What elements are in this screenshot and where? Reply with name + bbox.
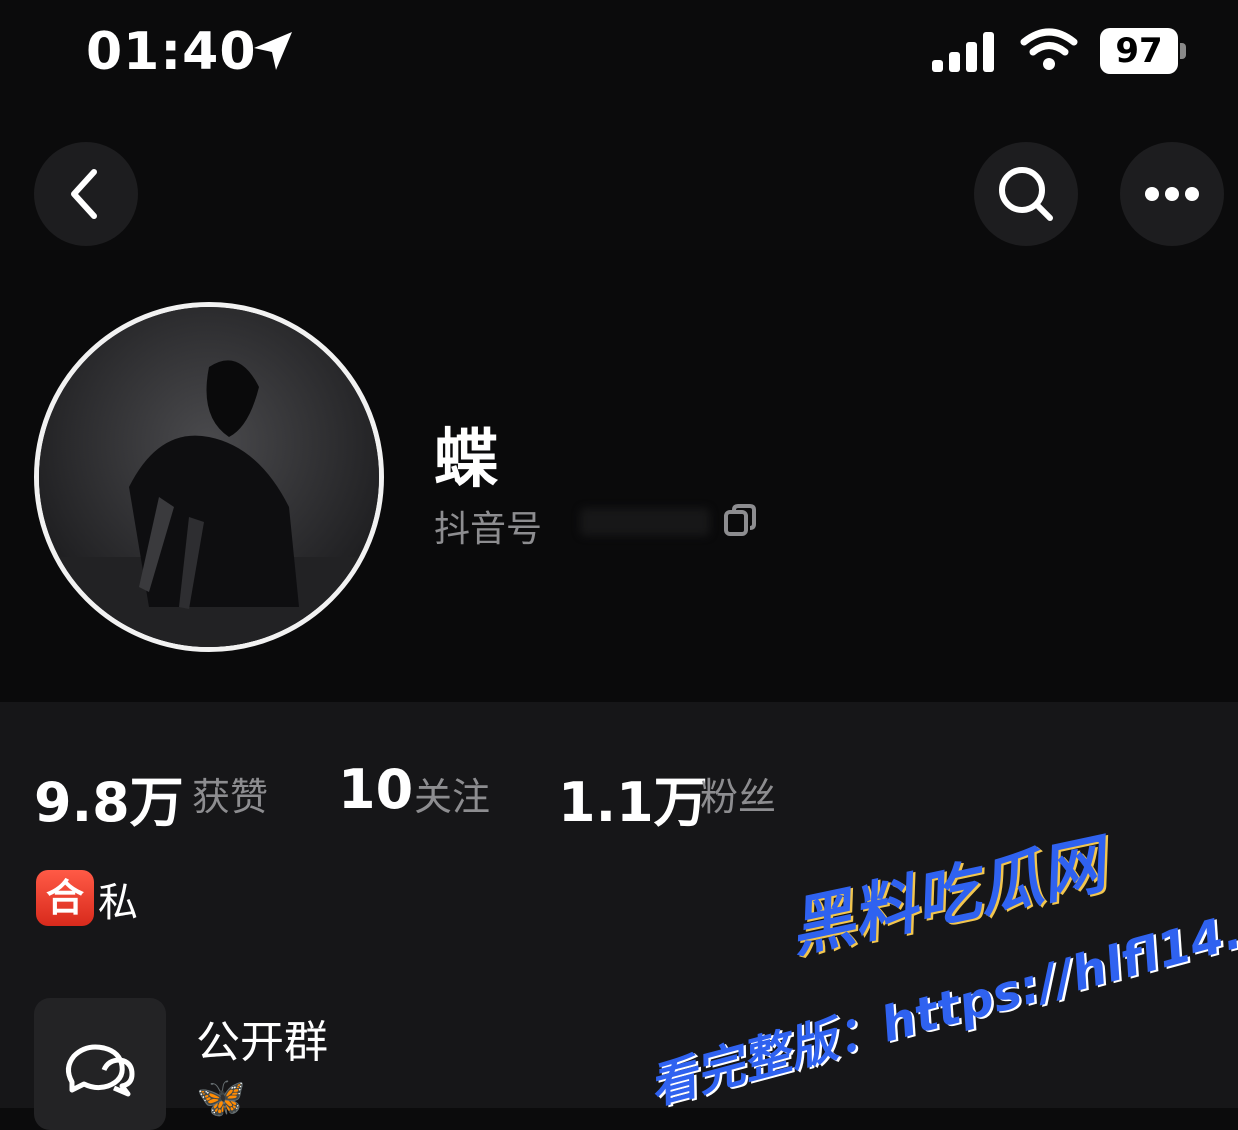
he-emoji-badge: 合: [36, 870, 94, 926]
status-time: 01:40: [86, 22, 257, 82]
more-button[interactable]: [1120, 142, 1224, 246]
profile-name: 蝶: [434, 423, 498, 497]
butterfly-emoji: 🦋: [196, 1075, 246, 1121]
likes-label: 获赞: [192, 775, 269, 819]
group-chat-button[interactable]: [34, 998, 166, 1130]
location-arrow-icon: [254, 32, 292, 70]
douyin-id-label: 抖音号: [434, 509, 543, 550]
copy-icon[interactable]: [720, 500, 760, 540]
search-button[interactable]: [974, 142, 1078, 246]
back-button[interactable]: [34, 142, 138, 246]
wifi-icon: [1020, 28, 1078, 70]
battery-indicator: 97: [1100, 28, 1186, 74]
following-label[interactable]: 关注: [414, 766, 490, 821]
watermark: 黑料吃瓜网 看完整版：https://hlfl14.com: [640, 828, 1238, 1116]
search-icon: [999, 167, 1053, 221]
followers-label[interactable]: 粉丝: [700, 766, 776, 821]
chat-bubbles-icon: [66, 1044, 135, 1097]
chevron-left-icon: [71, 169, 97, 219]
avatar[interactable]: [34, 302, 384, 652]
likes-count: 9.8万: [34, 771, 184, 834]
douyin-id-blurred: [580, 508, 710, 536]
signal-icon: [932, 32, 994, 72]
ellipsis-icon: [1145, 187, 1199, 201]
following-count[interactable]: 10: [338, 758, 413, 821]
avatar-photo: [39, 307, 379, 647]
bio-text: 私: [98, 880, 138, 926]
group-title[interactable]: 公开群: [196, 1006, 328, 1070]
followers-count[interactable]: 1.1万: [558, 758, 708, 837]
battery-level: 97: [1115, 31, 1163, 71]
